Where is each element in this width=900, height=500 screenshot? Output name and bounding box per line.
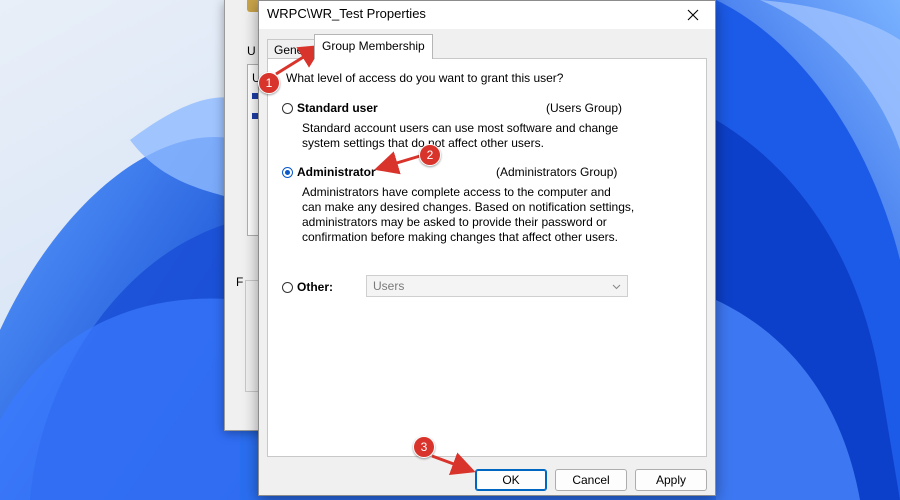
access-question: What level of access do you want to gran… [286, 71, 564, 85]
other-group-dropdown[interactable]: Users [366, 275, 628, 297]
ok-button[interactable]: OK [475, 469, 547, 491]
tab-group-membership[interactable]: Group Membership [314, 34, 433, 59]
user-properties-dialog: WRPC\WR_Test Properties General Group Me… [258, 0, 716, 496]
background-label: U [247, 44, 256, 58]
administrator-description: Administrators have complete access to t… [302, 185, 634, 245]
other-label[interactable]: Other: [297, 280, 333, 294]
annotation-badge-2: 2 [419, 144, 441, 166]
description-line: confirmation before making changes that … [302, 230, 618, 244]
chevron-down-icon [612, 284, 621, 290]
standard-user-label[interactable]: Standard user [297, 101, 378, 115]
cancel-button[interactable]: Cancel [555, 469, 627, 491]
dialog-title: WRPC\WR_Test Properties [267, 6, 426, 21]
other-group-value: Users [373, 279, 405, 293]
close-icon [687, 9, 699, 21]
administrator-radio[interactable] [282, 167, 293, 178]
annotation-badge-3: 3 [413, 436, 435, 458]
administrator-label[interactable]: Administrator [297, 165, 376, 179]
group-membership-panel: What level of access do you want to gran… [267, 58, 707, 457]
annotation-badge-1: 1 [258, 72, 280, 94]
description-line: Administrators have complete access to t… [302, 185, 611, 199]
other-radio[interactable] [282, 282, 293, 293]
background-groupbox-label: F [235, 275, 245, 289]
description-line: can make any desired changes. Based on n… [302, 200, 635, 214]
users-group-label: (Users Group) [546, 101, 623, 115]
description-line: system settings that do not affect other… [302, 136, 544, 150]
title-bar[interactable]: WRPC\WR_Test Properties [259, 1, 715, 29]
description-line: administrators may be asked to provide t… [302, 215, 607, 229]
apply-button[interactable]: Apply [635, 469, 707, 491]
administrators-group-label: (Administrators Group) [496, 165, 618, 179]
close-button[interactable] [671, 1, 715, 29]
description-line: Standard account users can use most soft… [302, 121, 619, 135]
standard-user-radio[interactable] [282, 103, 293, 114]
standard-user-description: Standard account users can use most soft… [302, 121, 618, 151]
